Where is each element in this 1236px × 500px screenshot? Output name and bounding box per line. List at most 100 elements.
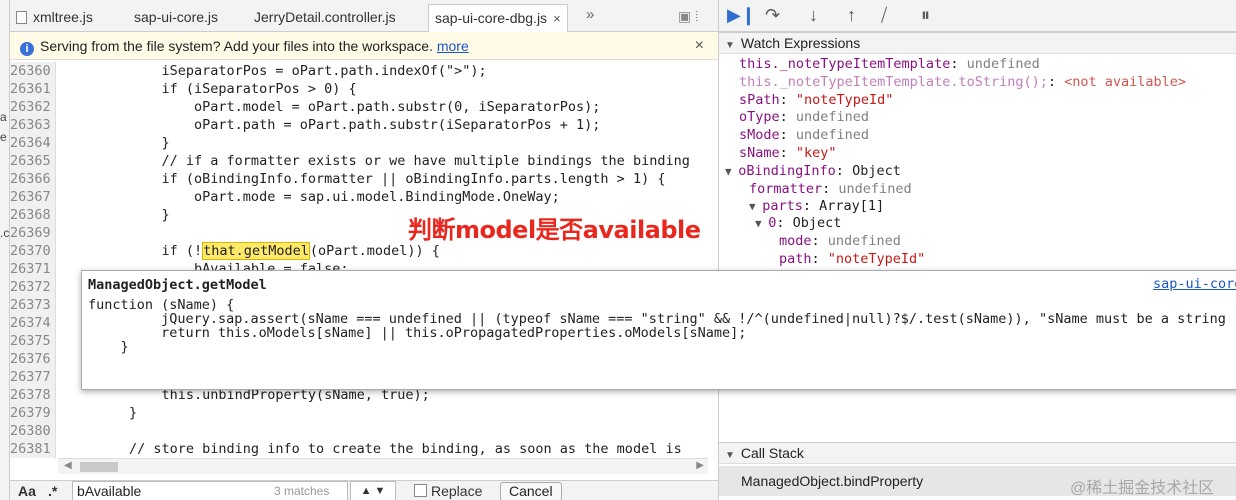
call-stack-header[interactable]: ▼ Call Stack <box>719 442 1236 464</box>
watch-entry[interactable]: sName: "key" <box>739 144 837 162</box>
tab-xmltree[interactable]: xmltree.js <box>16 4 93 32</box>
regex-toggle[interactable]: .* <box>48 483 57 499</box>
code-line[interactable]: 26367 oPart.mode = sap.ui.model.BindingM… <box>10 188 718 206</box>
line-number[interactable]: 26361 <box>10 80 56 98</box>
watch-entry[interactable]: path: "noteTypeId" <box>779 250 925 268</box>
watch-name: parts <box>762 198 803 214</box>
infobar-more-link[interactable]: more <box>437 38 469 54</box>
deactivate-breakpoints-icon[interactable]: ⧸ <box>881 5 887 26</box>
function-popover: ManagedObject.getModel sap-ui-core funct… <box>81 270 1236 390</box>
watch-value: undefined <box>827 233 901 249</box>
popover-source-link[interactable]: sap-ui-core <box>1153 276 1236 292</box>
code-line[interactable]: 26380 <box>10 422 718 440</box>
horizontal-scrollbar[interactable]: ◀ ▶ <box>58 458 708 474</box>
line-number[interactable]: 26363 <box>10 116 56 134</box>
scrollbar-thumb[interactable] <box>80 462 118 472</box>
line-text: if (oBindingInfo.formatter || oBindingIn… <box>64 171 666 187</box>
tab-sap-ui-core[interactable]: sap-ui-core.js <box>134 4 218 32</box>
line-text: if (!that.getModel(oPart.model)) { <box>64 242 440 260</box>
line-number[interactable]: 26381 <box>10 440 56 458</box>
code-line[interactable]: 26364 } <box>10 134 718 152</box>
code-line[interactable]: 26363 oPart.path = oPart.path.substr(iSe… <box>10 116 718 134</box>
more-tabs-icon[interactable]: » <box>586 6 594 23</box>
line-number[interactable]: 26365 <box>10 152 56 170</box>
line-text: } <box>64 207 170 223</box>
code-area[interactable]: 26360 iSeparatorPos = oPart.path.indexOf… <box>10 62 718 458</box>
watch-value: <not available> <box>1064 74 1187 90</box>
hovered-expression[interactable]: that.getModel <box>202 242 310 260</box>
watch-name: oType <box>739 109 780 125</box>
step-over-icon[interactable]: ↷ <box>765 5 780 26</box>
watch-entry[interactable]: sPath: "noteTypeId" <box>739 91 893 109</box>
watch-separator: : <box>776 215 793 231</box>
collapse-triangle-icon: ▼ <box>725 40 735 51</box>
code-line[interactable]: 26366 if (oBindingInfo.formatter || oBin… <box>10 170 718 188</box>
line-number[interactable]: 26360 <box>10 62 56 80</box>
watch-value: undefined <box>838 181 912 197</box>
replace-checkbox[interactable] <box>414 484 427 497</box>
resume-icon[interactable]: ▶❙ <box>727 5 756 26</box>
watch-entry[interactable]: ▼ parts: Array[1] <box>749 197 884 215</box>
code-line[interactable]: 26361 if (iSeparatorPos > 0) { <box>10 80 718 98</box>
line-number[interactable]: 26369 <box>10 224 56 242</box>
line-number[interactable]: 26372 <box>10 278 56 296</box>
expanded-triangle-icon[interactable]: ▼ <box>725 165 738 178</box>
tab-jerry-detail-controller[interactable]: JerryDetail.controller.js <box>254 4 396 32</box>
close-infobar-icon[interactable]: × <box>695 32 704 60</box>
scroll-left-icon[interactable]: ◀ <box>64 460 72 471</box>
cancel-button[interactable]: Cancel <box>500 482 562 500</box>
search-match-count: 3 matches <box>274 484 330 498</box>
line-number[interactable]: 26368 <box>10 206 56 224</box>
tab-sap-ui-core-dbg[interactable]: sap-ui-core-dbg.js × <box>428 4 568 32</box>
watch-value: Object <box>792 215 842 231</box>
watch-entry[interactable]: formatter: undefined <box>749 180 912 198</box>
step-into-icon[interactable]: ↓ <box>809 5 818 26</box>
code-line[interactable]: 26365 // if a formatter exists or we hav… <box>10 152 718 170</box>
line-number[interactable]: 26376 <box>10 350 56 368</box>
watch-separator: : <box>811 233 828 249</box>
file-icon <box>16 11 27 24</box>
watch-value: "noteTypeId" <box>827 251 926 267</box>
watch-entry[interactable]: ▼ 0: Object <box>755 214 841 232</box>
line-number[interactable]: 26380 <box>10 422 56 440</box>
code-line[interactable]: 26362 oPart.model = oPart.path.substr(0,… <box>10 98 718 116</box>
close-tab-icon[interactable]: × <box>553 11 561 26</box>
search-nav-buttons[interactable]: ▲ ▼ <box>350 481 396 500</box>
code-line[interactable]: 26360 iSeparatorPos = oPart.path.indexOf… <box>10 62 718 80</box>
watch-entry[interactable]: sMode: undefined <box>739 126 869 144</box>
watch-entry[interactable]: this._noteTypeItemTemplate.toString();: … <box>739 73 1186 91</box>
line-number[interactable]: 26364 <box>10 134 56 152</box>
watch-separator: : <box>779 127 796 143</box>
code-line[interactable]: 26379 } <box>10 404 718 422</box>
line-number[interactable]: 26374 <box>10 314 56 332</box>
watch-name: oBindingInfo <box>738 163 836 179</box>
line-number[interactable]: 26377 <box>10 368 56 386</box>
watch-expressions-header[interactable]: ▼ Watch Expressions <box>719 32 1236 54</box>
watch-entry[interactable]: ▼ oBindingInfo: Object <box>725 162 901 180</box>
line-number[interactable]: 26378 <box>10 386 56 404</box>
line-number[interactable]: 26373 <box>10 296 56 314</box>
expanded-triangle-icon[interactable]: ▼ <box>749 200 762 213</box>
toggle-sidebar-icon[interactable]: ▣ ⦙ <box>678 8 698 25</box>
code-line[interactable]: 26381 // store binding info to create th… <box>10 440 718 458</box>
edge-glyph: a <box>0 110 7 124</box>
watch-entry[interactable]: oType: undefined <box>739 108 869 126</box>
pause-on-exceptions-icon[interactable]: ⏸ <box>921 5 930 26</box>
match-case-toggle[interactable]: Aa <box>18 483 36 499</box>
line-number[interactable]: 26367 <box>10 188 56 206</box>
line-number[interactable]: 26371 <box>10 260 56 278</box>
line-number[interactable]: 26366 <box>10 170 56 188</box>
source-editor: xmltree.js sap-ui-core.js JerryDetail.co… <box>10 0 718 500</box>
watch-entry[interactable]: mode: undefined <box>779 232 901 250</box>
line-number[interactable]: 26379 <box>10 404 56 422</box>
line-number[interactable]: 26370 <box>10 242 56 260</box>
line-text: iSeparatorPos = oPart.path.indexOf(">"); <box>64 63 487 79</box>
expanded-triangle-icon[interactable]: ▼ <box>755 217 768 230</box>
step-out-icon[interactable]: ↑ <box>847 5 856 26</box>
line-number[interactable]: 26375 <box>10 332 56 350</box>
watch-entry[interactable]: this._noteTypeItemTemplate: undefined <box>739 55 1040 73</box>
infobar-text: Serving from the file system? Add your f… <box>40 38 433 54</box>
scroll-right-icon[interactable]: ▶ <box>696 460 704 471</box>
line-number[interactable]: 26362 <box>10 98 56 116</box>
edge-glyph: e <box>0 130 7 144</box>
